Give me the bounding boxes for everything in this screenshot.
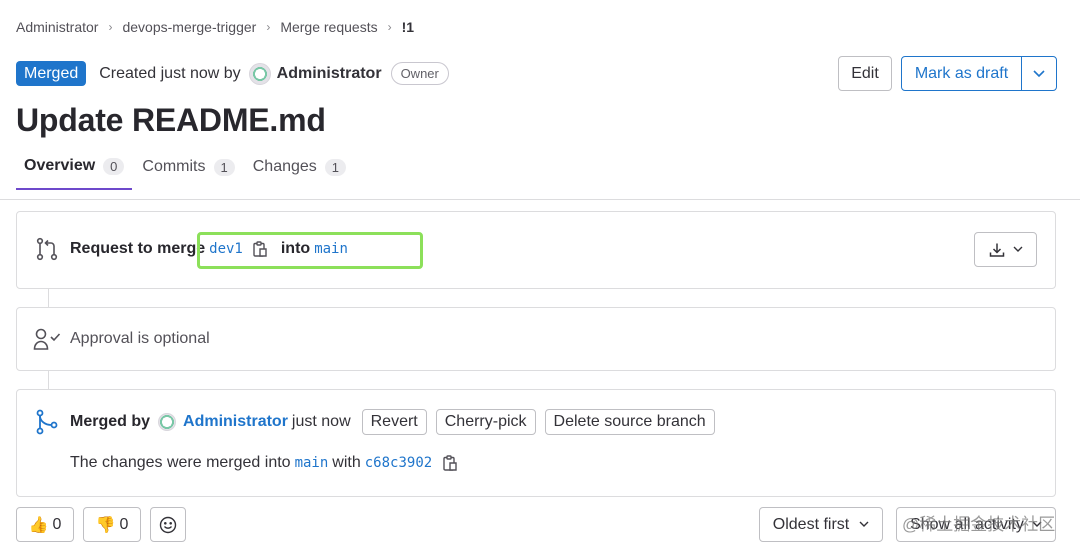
mark-as-draft-button[interactable]: Mark as draft — [902, 57, 1022, 90]
chevron-right-icon: › — [387, 20, 392, 34]
created-text: Created just now by — [99, 64, 241, 82]
merged-time: just now — [291, 413, 351, 430]
thumbs-up-count: 0 — [52, 515, 62, 533]
avatar[interactable] — [248, 62, 271, 85]
chevron-down-icon — [859, 521, 869, 528]
download-dropdown-button[interactable] — [974, 232, 1037, 267]
breadcrumb-item-merge-requests[interactable]: Merge requests — [280, 19, 377, 35]
thumbs-down-button[interactable]: 👎 0 — [83, 507, 141, 542]
merged-widget — [16, 389, 1056, 497]
tab-count: 1 — [213, 158, 235, 176]
thumbs-down-icon: 👎 — [95, 516, 116, 534]
breadcrumb-item-mr-id[interactable]: !1 — [402, 19, 414, 35]
tab-count: 1 — [324, 158, 347, 176]
tabs-divider — [0, 199, 1080, 200]
merge-message-text: The changes were merged into — [70, 454, 291, 471]
breadcrumb-item-project[interactable]: devops-merge-trigger — [122, 19, 256, 35]
edit-button[interactable]: Edit — [838, 56, 892, 91]
page-title: Update README.md — [16, 102, 326, 138]
approval-text: Approval is optional — [70, 330, 210, 347]
with-text: with — [332, 454, 361, 471]
draft-button-group: Mark as draft — [901, 56, 1057, 91]
role-badge: Owner — [390, 62, 449, 85]
approval-row: Approval is optional — [33, 327, 210, 351]
mr-header: Merged Created just now by Administrator… — [16, 61, 449, 86]
merger-link[interactable]: Administrator — [183, 413, 288, 431]
copy-icon[interactable] — [443, 455, 457, 471]
tab-label: Changes — [252, 158, 317, 175]
tab-overview[interactable]: Overview 0 — [16, 157, 133, 190]
watermark: @稀土掘金技术社区 — [902, 515, 1056, 534]
revert-button[interactable]: Revert — [361, 409, 427, 435]
merge-message-row: The changes were merged into main with c… — [70, 454, 457, 472]
chevron-down-icon — [1013, 246, 1023, 253]
sort-order-label: Oldest first — [772, 515, 850, 533]
thumbs-up-button[interactable]: 👍 0 — [16, 507, 74, 542]
mr-tabs: Overview 0 Commits 1 Changes 1 — [16, 157, 356, 190]
tab-count: 0 — [103, 157, 125, 175]
avatar[interactable] — [158, 413, 177, 431]
chevron-right-icon: › — [108, 20, 113, 34]
timeline-connector — [48, 289, 49, 307]
highlight-box — [197, 232, 423, 269]
add-reaction-button[interactable] — [150, 507, 186, 542]
merged-branch-link[interactable]: main — [295, 455, 329, 471]
breadcrumb-item-owner[interactable]: Administrator — [16, 19, 98, 35]
status-badge: Merged — [16, 61, 87, 86]
thumbs-up-icon: 👍 — [28, 516, 49, 534]
tab-commits[interactable]: Commits 1 — [134, 157, 242, 190]
timeline-connector — [48, 371, 49, 389]
commit-sha-link[interactable]: c68c3902 — [365, 455, 432, 471]
chevron-down-icon[interactable] — [1022, 57, 1056, 90]
request-to-merge-label: Request to merge — [70, 240, 206, 257]
approval-icon — [33, 327, 61, 351]
thumbs-down-count: 0 — [119, 515, 129, 533]
tab-changes[interactable]: Changes 1 — [245, 157, 354, 190]
git-merge-request-icon — [35, 237, 59, 261]
tab-label: Commits — [142, 158, 206, 175]
delete-source-branch-button[interactable]: Delete source branch — [544, 409, 715, 435]
merge-icon — [35, 409, 59, 435]
merged-by-label: Merged by — [70, 413, 151, 430]
download-icon — [989, 242, 1005, 258]
tab-label: Overview — [24, 157, 96, 174]
cherry-pick-button[interactable]: Cherry-pick — [435, 409, 536, 435]
sort-order-dropdown[interactable]: Oldest first — [759, 507, 883, 542]
author-link[interactable]: Administrator — [277, 65, 382, 83]
breadcrumb: Administrator › devops-merge-trigger › M… — [16, 19, 414, 35]
chevron-right-icon: › — [266, 20, 271, 34]
smiley-icon — [159, 516, 177, 534]
merged-by-row: Merged by Administrator just now Revert … — [35, 409, 724, 435]
